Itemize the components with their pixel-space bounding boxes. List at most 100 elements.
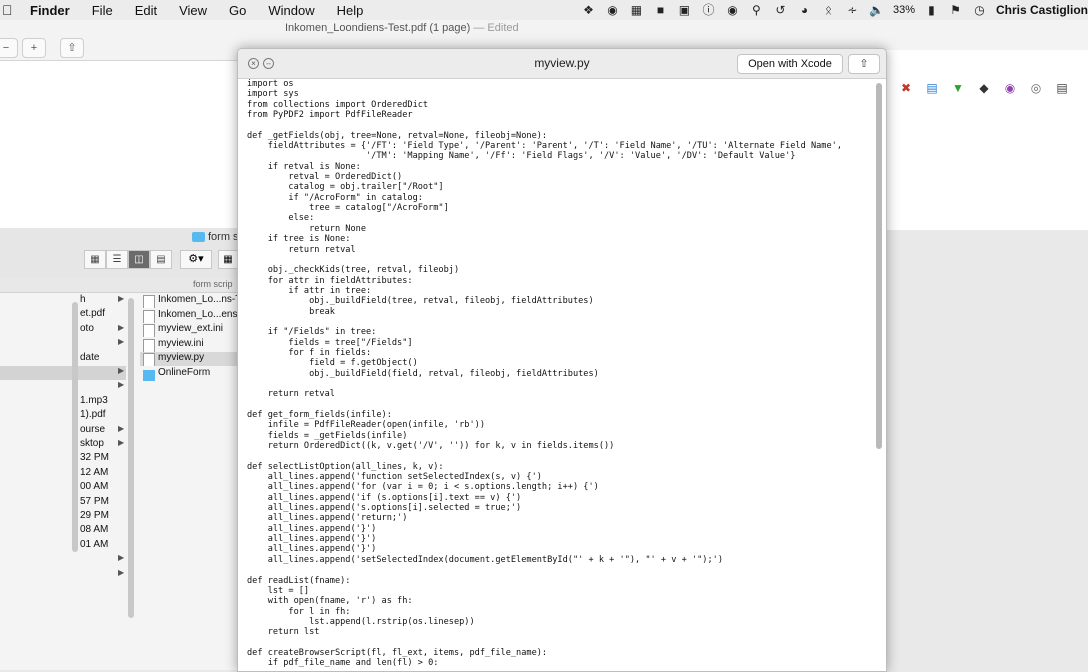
instagram-ext-icon[interactable]: ◉ [1002, 80, 1018, 96]
list-item[interactable]: ▶ [0, 337, 126, 351]
finder-column-1: h ▶ et.pdf oto ▶ ▶ date ▶ ▶ 1.mp3 1).pdf ourse ▶ skto… [0, 294, 128, 670]
quicklook-titlebar: × ↔ myview.py Open with Xcode ⇧ [238, 49, 886, 79]
battery-percent[interactable]: 33% [893, 4, 915, 16]
quicklook-scrollbar[interactable] [876, 83, 882, 449]
list-item-label: 57 PM [80, 495, 109, 507]
list-item[interactable]: ▶ [0, 553, 126, 567]
clock-icon[interactable]: ◷ [972, 3, 987, 17]
list-item[interactable]: 08 AM [0, 524, 126, 538]
screen-capture-icon[interactable]: ◉ [725, 3, 740, 17]
list-item[interactable]: oto ▶ [0, 323, 126, 337]
share-icon[interactable]: ⇧ [60, 38, 84, 58]
battery-icon[interactable]: ▮ [924, 3, 939, 17]
list-item[interactable]: 1).pdf [0, 409, 126, 423]
file-icon [143, 324, 155, 338]
list-item[interactable]: ▶ [0, 568, 126, 582]
disclosure-arrow-icon: ▶ [118, 294, 125, 303]
list-item[interactable]: 12 AM [0, 467, 126, 481]
creative-cloud-icon[interactable]: ◉ [605, 3, 620, 17]
pdf-edited-label: — Edited [473, 22, 519, 34]
sync-icon[interactable]: ◕ [797, 3, 812, 17]
file-icon [143, 295, 155, 308]
list-item[interactable]: OnlineForm [140, 367, 240, 381]
disclosure-arrow-icon: ▶ [118, 553, 125, 563]
evernote-icon[interactable]: ■ [653, 3, 668, 17]
list-item[interactable]: Inkomen_Lo...ns-T [140, 294, 240, 308]
folder-icon [143, 370, 155, 381]
list-item[interactable]: 29 PM [0, 510, 126, 524]
time-machine-icon[interactable]: ↺ [773, 3, 788, 17]
open-with-xcode-button[interactable]: Open with Xcode [737, 54, 843, 74]
user-name[interactable]: Chris Castiglion [996, 3, 1088, 17]
list-item[interactable]: myview.ini [140, 338, 240, 352]
list-item[interactable]: myview.py [140, 352, 240, 367]
download-ext-icon[interactable]: ▼ [950, 80, 966, 96]
disclosure-arrow-icon: ▶ [118, 423, 125, 433]
list-item-label: ourse [80, 423, 106, 435]
pdf-page-area [884, 50, 1088, 230]
pin-ext-icon[interactable]: ◎ [1028, 80, 1044, 96]
column-view-icon[interactable]: ◫ [128, 250, 150, 269]
vector-ext-icon[interactable]: ◆ [976, 80, 992, 96]
list-item-label: sktop [80, 438, 104, 449]
gallery-view-icon[interactable]: ▤ [150, 250, 172, 269]
code-content: import os import sys from collections im… [247, 79, 842, 669]
menu-finder[interactable]: Finder [30, 3, 70, 18]
list-item-label: date [80, 351, 100, 363]
calendar-ext-icon[interactable]: ▤ [924, 80, 940, 96]
search-icon[interactable]: ⚲ [749, 3, 764, 17]
status-tray: ❖ ◉ ▦ ■ ▣ ⓘ ◉ ⚲ ↺ ◕ ᛟ ∻ 🔈 33% ▮ ⚑ ◷ Chri… [581, 0, 1088, 20]
list-item[interactable]: date [0, 352, 126, 366]
bookmark-ext-icon[interactable]: ✖ [898, 80, 914, 96]
list-item[interactable]: ▶ [0, 380, 126, 394]
list-item[interactable]: ourse ▶ [0, 424, 126, 438]
zoom-out-icon[interactable]: − [0, 38, 18, 58]
info-icon[interactable]: ⓘ [701, 3, 716, 17]
disclosure-arrow-icon: ▶ [118, 337, 125, 347]
pdf-ext-icon[interactable]: ▤ [1054, 80, 1070, 96]
list-item[interactable]: myview_ext.ini [140, 323, 240, 338]
pdf-window-title: Inkomen_Loondiens-Test.pdf (1 page) — Ed… [285, 22, 519, 34]
group-icon[interactable]: ▦ [218, 250, 238, 269]
list-item[interactable]: Inkomen_Lo...ens [140, 309, 240, 323]
bluetooth-icon[interactable]: ᛟ [821, 3, 836, 17]
flag-icon[interactable]: ⚑ [948, 3, 963, 17]
menu-file[interactable]: File [92, 3, 113, 18]
list-item-label: Inkomen_Lo...ens [158, 308, 238, 320]
share-icon[interactable]: ⇧ [848, 54, 880, 74]
apple-icon[interactable]:  [2, 2, 18, 18]
view-mode-buttons: ▦ ☰ ◫ ▤ [84, 250, 172, 269]
list-item-label: 01 AM [80, 538, 109, 550]
list-item-label: myview.ini [158, 337, 204, 349]
menu-go[interactable]: Go [229, 3, 246, 18]
grid-app-icon[interactable]: ▦ [629, 3, 644, 17]
list-item[interactable]: et.pdf [0, 308, 126, 322]
menu-window[interactable]: Window [268, 3, 314, 18]
list-item[interactable]: sktop ▶ [0, 438, 126, 452]
list-item[interactable]: 57 PM [0, 496, 126, 510]
list-item[interactable]: ▶ [0, 366, 126, 380]
list-item[interactable]: 00 AM [0, 481, 126, 495]
zoom-in-icon[interactable]: + [22, 38, 46, 58]
list-item[interactable]: h ▶ [0, 294, 126, 308]
menu-help[interactable]: Help [337, 3, 364, 18]
list-view-icon[interactable]: ☰ [106, 250, 128, 269]
column-header: form scrip [0, 278, 240, 293]
camera-icon[interactable]: ▣ [677, 3, 692, 17]
action-gear-button[interactable]: ⚙▾ [180, 250, 212, 269]
column-scrollbar[interactable] [128, 298, 134, 618]
column-scrollbar[interactable] [72, 302, 78, 552]
list-item[interactable]: 32 PM [0, 452, 126, 466]
volume-icon[interactable]: 🔈 [869, 3, 884, 17]
wifi-icon[interactable]: ∻ [845, 3, 860, 17]
menu-edit[interactable]: Edit [135, 3, 157, 18]
dropbox-icon[interactable]: ❖ [581, 3, 596, 17]
list-item[interactable]: 1.mp3 [0, 395, 126, 409]
quicklook-window: × ↔ myview.py Open with Xcode ⇧ import o… [237, 48, 887, 672]
icon-view-icon[interactable]: ▦ [84, 250, 106, 269]
list-item-label: 1.mp3 [80, 394, 108, 406]
disclosure-arrow-icon: ▶ [118, 380, 125, 390]
finder-column-2: Inkomen_Lo...ns-T Inkomen_Lo...ens myview_… [140, 294, 240, 670]
list-item[interactable]: 01 AM [0, 539, 126, 553]
menu-view[interactable]: View [179, 3, 207, 18]
